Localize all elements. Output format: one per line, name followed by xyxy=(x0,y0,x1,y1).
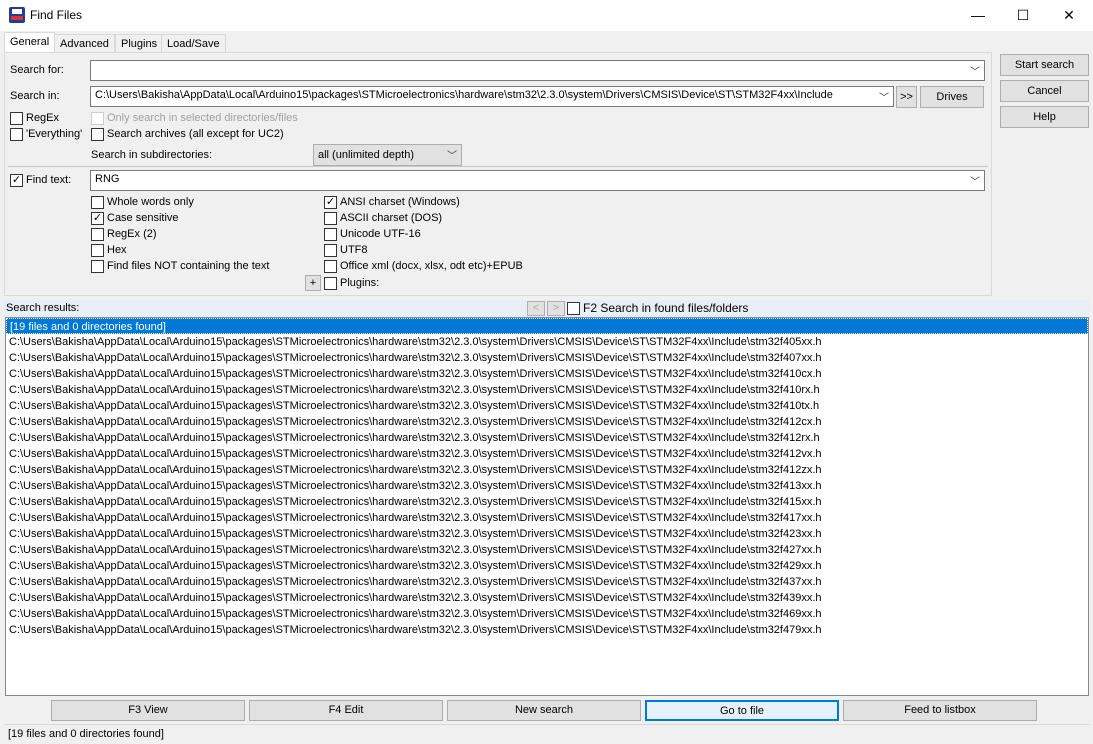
result-row[interactable]: C:\Users\Bakisha\AppData\Local\Arduino15… xyxy=(6,430,1088,446)
checkbox-box[interactable] xyxy=(91,195,104,209)
only-selected-checkbox: Only search in selected directories/file… xyxy=(91,110,298,126)
subdirs-label: Search in subdirectories: xyxy=(91,149,213,161)
option-checkbox[interactable]: ✓ ANSI charset (Windows) xyxy=(324,194,523,210)
result-row[interactable]: C:\Users\Bakisha\AppData\Local\Arduino15… xyxy=(6,334,1088,350)
tab-load-save[interactable]: Load/Save xyxy=(161,34,226,53)
tab-plugins[interactable]: Plugins xyxy=(115,34,164,53)
floppy-disk-icon xyxy=(9,7,25,23)
result-row[interactable]: C:\Users\Bakisha\AppData\Local\Arduino15… xyxy=(6,606,1088,622)
minimize-button[interactable]: — xyxy=(955,0,1001,31)
chevron-down-icon[interactable]: ﹀ xyxy=(970,63,980,78)
tab-advanced[interactable]: Advanced xyxy=(54,34,115,53)
option-checkbox[interactable]: Unicode UTF-16 xyxy=(324,226,523,242)
checkbox-box[interactable]: ✓ xyxy=(324,195,337,209)
option-label: Office xml (docx, xlsx, odt etc)+EPUB xyxy=(340,260,523,272)
chevron-down-icon[interactable]: ﹀ xyxy=(879,89,889,104)
window-title: Find Files xyxy=(30,8,83,22)
new-search-button[interactable]: New search xyxy=(447,700,641,721)
maximize-button[interactable]: ☐ xyxy=(1000,0,1046,31)
option-checkbox[interactable]: UTF8 xyxy=(324,242,523,258)
search-in-input[interactable]: C:\Users\Bakisha\AppData\Local\Arduino15… xyxy=(90,86,894,107)
go-to-file-button[interactable]: Go to file xyxy=(645,700,839,721)
plugins-checkbox[interactable]: Plugins: xyxy=(324,275,379,291)
search-for-input[interactable]: ﹀ xyxy=(90,60,985,81)
result-row[interactable]: C:\Users\Bakisha\AppData\Local\Arduino15… xyxy=(6,526,1088,542)
result-row[interactable]: C:\Users\Bakisha\AppData\Local\Arduino15… xyxy=(6,494,1088,510)
result-row[interactable]: C:\Users\Bakisha\AppData\Local\Arduino15… xyxy=(6,590,1088,606)
regex-checkbox[interactable]: RegEx xyxy=(10,110,59,126)
option-checkbox[interactable]: Find files NOT containing the text xyxy=(91,258,269,274)
checkbox-box[interactable] xyxy=(324,259,337,273)
checkbox-box[interactable] xyxy=(324,211,337,225)
results-list[interactable]: [19 files and 0 directories found] C:\Us… xyxy=(5,317,1089,696)
result-row[interactable]: C:\Users\Bakisha\AppData\Local\Arduino15… xyxy=(6,478,1088,494)
f3-view-button[interactable]: F3 View xyxy=(51,700,245,721)
result-row[interactable]: C:\Users\Bakisha\AppData\Local\Arduino15… xyxy=(6,350,1088,366)
results-summary-row[interactable]: [19 files and 0 directories found] xyxy=(6,318,1088,334)
option-label: Hex xyxy=(107,244,127,256)
option-checkbox[interactable]: ASCII charset (DOS) xyxy=(324,210,523,226)
option-label: Case sensitive xyxy=(107,212,179,224)
result-row[interactable]: C:\Users\Bakisha\AppData\Local\Arduino15… xyxy=(6,542,1088,558)
plugins-expand-button[interactable]: + xyxy=(305,275,321,291)
checkbox-box[interactable] xyxy=(91,259,104,273)
find-text-checkbox[interactable]: ✓ Find text: xyxy=(10,172,71,188)
result-row[interactable]: C:\Users\Bakisha\AppData\Local\Arduino15… xyxy=(6,462,1088,478)
checkbox-box[interactable]: ✓ xyxy=(91,211,104,225)
everything-checkbox[interactable]: 'Everything' xyxy=(10,126,82,142)
search-results-label: Search results: xyxy=(6,302,80,314)
option-label: ASCII charset (DOS) xyxy=(340,212,443,224)
close-button[interactable]: ✕ xyxy=(1046,0,1092,31)
option-checkbox[interactable]: Office xml (docx, xlsx, odt etc)+EPUB xyxy=(324,258,523,274)
option-label: ANSI charset (Windows) xyxy=(340,196,460,208)
divider xyxy=(8,166,988,167)
search-archives-checkbox[interactable]: Search archives (all except for UC2) xyxy=(91,126,284,142)
start-search-button[interactable]: Start search xyxy=(1000,54,1089,76)
option-checkbox[interactable]: RegEx (2) xyxy=(91,226,269,242)
result-row[interactable]: C:\Users\Bakisha\AppData\Local\Arduino15… xyxy=(6,510,1088,526)
search-for-label: Search for: xyxy=(10,64,64,76)
result-row[interactable]: C:\Users\Bakisha\AppData\Local\Arduino15… xyxy=(6,558,1088,574)
title-bar: Find Files — ☐ ✕ xyxy=(0,0,1093,31)
result-row[interactable]: C:\Users\Bakisha\AppData\Local\Arduino15… xyxy=(6,574,1088,590)
checkbox-box[interactable] xyxy=(324,243,337,257)
result-row[interactable]: C:\Users\Bakisha\AppData\Local\Arduino15… xyxy=(6,446,1088,462)
f2-search-in-found-checkbox[interactable]: F2 Search in found files/folders xyxy=(567,300,748,316)
option-label: Unicode UTF-16 xyxy=(340,228,421,240)
drives-button[interactable]: Drives xyxy=(920,86,984,108)
option-label: UTF8 xyxy=(340,244,368,256)
result-row[interactable]: C:\Users\Bakisha\AppData\Local\Arduino15… xyxy=(6,366,1088,382)
checkbox-box[interactable] xyxy=(91,243,104,257)
option-label: RegEx (2) xyxy=(107,228,157,240)
search-in-label: Search in: xyxy=(10,90,60,102)
status-bar: [19 files and 0 directories found] xyxy=(4,724,1090,742)
checkbox-box[interactable] xyxy=(324,227,337,241)
subdirs-select[interactable]: all (unlimited depth) ﹀ xyxy=(313,144,462,166)
option-checkbox[interactable]: Hex xyxy=(91,242,269,258)
cancel-button[interactable]: Cancel xyxy=(1000,80,1089,102)
checkbox-box[interactable] xyxy=(91,227,104,241)
chevron-down-icon: ﹀ xyxy=(447,151,457,162)
result-row[interactable]: C:\Users\Bakisha\AppData\Local\Arduino15… xyxy=(6,398,1088,414)
help-button[interactable]: Help xyxy=(1000,106,1089,128)
option-label: Find files NOT containing the text xyxy=(107,260,270,272)
f4-edit-button[interactable]: F4 Edit xyxy=(249,700,443,721)
feed-to-listbox-button[interactable]: Feed to listbox xyxy=(843,700,1037,721)
result-row[interactable]: C:\Users\Bakisha\AppData\Local\Arduino15… xyxy=(6,382,1088,398)
browse-more-button[interactable]: >> xyxy=(896,86,917,108)
tab-general[interactable]: General xyxy=(4,32,56,53)
result-row[interactable]: C:\Users\Bakisha\AppData\Local\Arduino15… xyxy=(6,414,1088,430)
next-button[interactable]: > xyxy=(547,301,565,316)
result-row[interactable]: C:\Users\Bakisha\AppData\Local\Arduino15… xyxy=(6,622,1088,638)
find-text-input[interactable]: RNG ﹀ xyxy=(90,170,985,191)
prev-button[interactable]: < xyxy=(527,301,545,316)
option-label: Whole words only xyxy=(107,196,194,208)
option-checkbox[interactable]: ✓ Case sensitive xyxy=(91,210,269,226)
chevron-down-icon[interactable]: ﹀ xyxy=(970,173,980,188)
option-checkbox[interactable]: Whole words only xyxy=(91,194,269,210)
